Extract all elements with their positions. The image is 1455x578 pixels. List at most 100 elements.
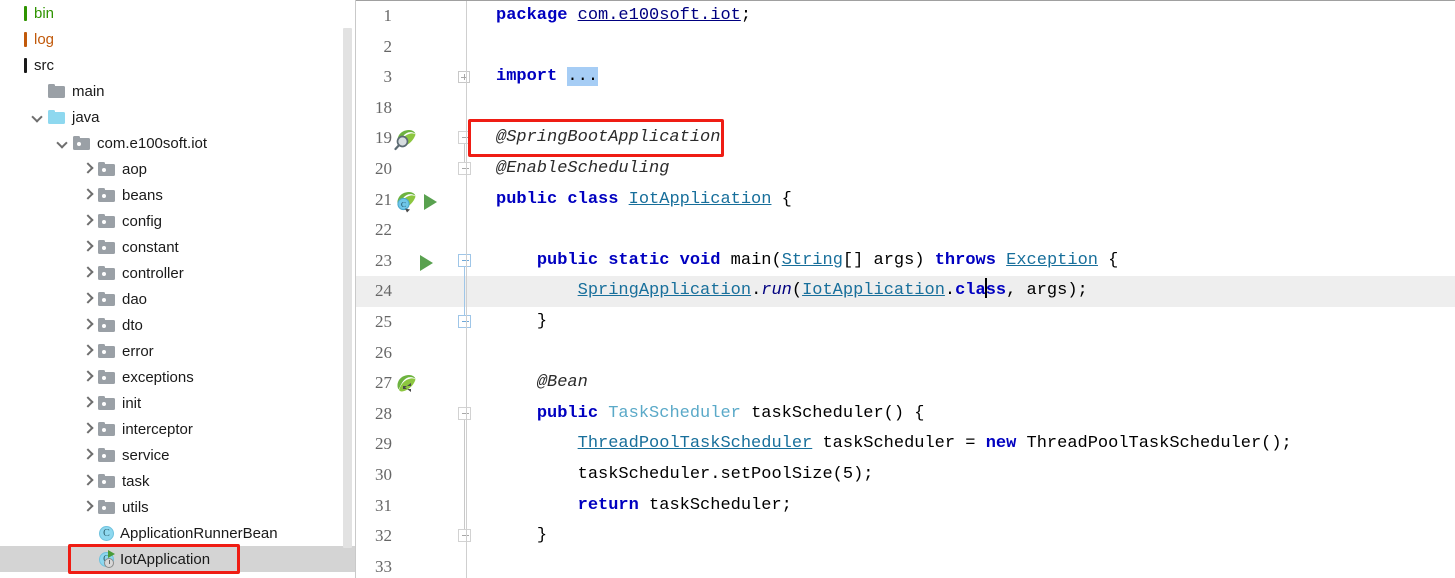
fold-gutter[interactable] <box>454 185 484 216</box>
code-line[interactable]: 18 <box>356 93 1455 124</box>
tree-item-src[interactable]: src <box>0 52 356 78</box>
code-text[interactable] <box>484 552 1455 578</box>
code-text[interactable]: public TaskScheduler taskScheduler() { <box>484 399 1455 430</box>
code-line[interactable]: 19 @SpringBootApplication <box>356 123 1455 155</box>
chevron-down-icon[interactable] <box>31 110 45 124</box>
fold-gutter[interactable] <box>454 552 484 578</box>
fold-gutter[interactable] <box>454 1 484 32</box>
code-text[interactable]: package com.e100soft.iot; <box>484 1 1455 32</box>
project-tree-panel[interactable]: bin log src main java com.e100soft.iot aop bean… <box>0 0 356 578</box>
gutter-icons[interactable] <box>392 491 454 522</box>
tree-item-dto[interactable]: dto <box>0 312 356 338</box>
tree-item-config[interactable]: config <box>0 208 356 234</box>
tree-item-beans[interactable]: beans <box>0 182 356 208</box>
fold-gutter[interactable] <box>454 368 484 399</box>
fold-collapse-icon[interactable] <box>458 314 471 328</box>
code-text[interactable]: } <box>484 307 1455 338</box>
gutter-icons[interactable] <box>392 215 454 246</box>
code-text[interactable] <box>484 338 1455 369</box>
chevron-right-icon[interactable] <box>81 318 95 332</box>
gutter-icons[interactable]: C <box>392 185 454 216</box>
project-tree-scrollbar-thumb[interactable] <box>343 28 352 548</box>
code-lines[interactable]: 1 package com.e100soft.iot; 2 3 import ... 18… <box>356 1 1455 578</box>
fold-collapse-icon[interactable] <box>458 161 471 175</box>
fold-gutter[interactable] <box>454 32 484 63</box>
code-line[interactable]: 26 <box>356 338 1455 369</box>
tree-item-error[interactable]: error <box>0 338 356 364</box>
gutter-icons[interactable] <box>392 338 454 369</box>
code-line[interactable]: 24 SpringApplication.run(IotApplication.… <box>356 276 1455 308</box>
chevron-right-icon[interactable] <box>81 292 95 306</box>
tree-item-exceptions[interactable]: exceptions <box>0 364 356 390</box>
gutter-icons[interactable] <box>392 429 454 460</box>
fold-expand-icon[interactable] <box>458 71 470 84</box>
code-line[interactable]: 31 return taskScheduler; <box>356 490 1455 522</box>
chevron-right-icon[interactable] <box>81 422 95 436</box>
code-line[interactable]: 33 <box>356 552 1455 578</box>
gutter-icons[interactable] <box>392 276 454 307</box>
code-line[interactable]: 3 import ... <box>356 62 1455 93</box>
code-text[interactable] <box>484 93 1455 124</box>
fold-collapse-icon[interactable] <box>458 529 471 543</box>
chevron-right-icon[interactable] <box>81 344 95 358</box>
code-text[interactable]: ThreadPoolTaskScheduler taskScheduler = … <box>484 429 1455 460</box>
fold-gutter[interactable] <box>454 519 484 552</box>
chevron-right-icon[interactable] <box>81 214 95 228</box>
tree-item-log[interactable]: log <box>0 26 356 52</box>
gutter-icons[interactable] <box>392 307 454 338</box>
gutter-icons[interactable] <box>392 123 454 154</box>
project-tree-scrollbar-track[interactable] <box>343 14 354 550</box>
tree-item-main[interactable]: main <box>0 78 356 104</box>
code-line[interactable]: 1 package com.e100soft.iot; <box>356 1 1455 32</box>
fold-gutter[interactable] <box>454 276 484 308</box>
code-line[interactable]: 23 public static void main(String[] args… <box>356 246 1455 277</box>
code-text[interactable] <box>484 32 1455 63</box>
tree-item-interceptor[interactable]: interceptor <box>0 416 356 442</box>
fold-gutter[interactable] <box>454 399 484 430</box>
code-text[interactable]: SpringApplication.run(IotApplication.cla… <box>484 276 1455 307</box>
chevron-down-icon[interactable] <box>56 136 70 150</box>
spring-bean-icon[interactable] <box>394 372 418 396</box>
code-line[interactable]: 20 @EnableScheduling <box>356 151 1455 185</box>
spring-bean-search-icon[interactable] <box>394 127 418 151</box>
code-line[interactable]: 30 taskScheduler.setPoolSize(5); <box>356 459 1455 491</box>
code-text[interactable]: return taskScheduler; <box>484 491 1455 522</box>
code-text[interactable]: @EnableScheduling <box>484 154 1455 185</box>
tree-item-utils[interactable]: utils <box>0 494 356 520</box>
gutter-icons[interactable] <box>392 399 454 430</box>
code-text[interactable]: taskScheduler.setPoolSize(5); <box>484 460 1455 491</box>
run-icon[interactable] <box>420 254 433 271</box>
fold-gutter[interactable] <box>454 490 484 522</box>
tree-item-com-e100soft-iot[interactable]: com.e100soft.iot <box>0 130 356 156</box>
tree-item-aop[interactable]: aop <box>0 156 356 182</box>
gutter-icons[interactable] <box>392 552 454 578</box>
tree-item-constant[interactable]: constant <box>0 234 356 260</box>
gutter-icons[interactable] <box>392 521 454 552</box>
fold-gutter[interactable] <box>454 338 484 369</box>
chevron-right-icon[interactable] <box>81 370 95 384</box>
code-text[interactable]: @Bean <box>484 368 1455 399</box>
fold-gutter[interactable] <box>454 93 484 124</box>
fold-gutter[interactable] <box>454 246 484 277</box>
code-line[interactable]: 28 public TaskScheduler taskScheduler() … <box>356 399 1455 430</box>
code-line[interactable]: 22 <box>356 215 1455 246</box>
fold-gutter[interactable] <box>454 62 484 93</box>
fold-collapse-icon[interactable] <box>458 253 471 267</box>
chevron-right-icon[interactable] <box>81 162 95 176</box>
code-line[interactable]: 21 Cpublic class IotApplication { <box>356 185 1455 216</box>
gutter-icons[interactable] <box>392 460 454 491</box>
spring-boot-config-icon[interactable]: C <box>394 189 418 213</box>
code-line[interactable]: 2 <box>356 32 1455 63</box>
gutter-icons[interactable] <box>392 93 454 124</box>
tree-item-service[interactable]: service <box>0 442 356 468</box>
fold-gutter[interactable] <box>454 304 484 338</box>
gutter-icons[interactable] <box>392 62 454 93</box>
tree-item-bin[interactable]: bin <box>0 0 356 26</box>
code-line[interactable]: 27 @Bean <box>356 368 1455 399</box>
project-tree[interactable]: bin log src main java com.e100soft.iot aop bean… <box>0 0 356 572</box>
chevron-right-icon[interactable] <box>81 188 95 202</box>
gutter-icons[interactable] <box>392 1 454 32</box>
code-text[interactable]: @SpringBootApplication <box>484 123 1455 154</box>
chevron-right-icon[interactable] <box>81 448 95 462</box>
gutter-icons[interactable] <box>392 246 454 277</box>
